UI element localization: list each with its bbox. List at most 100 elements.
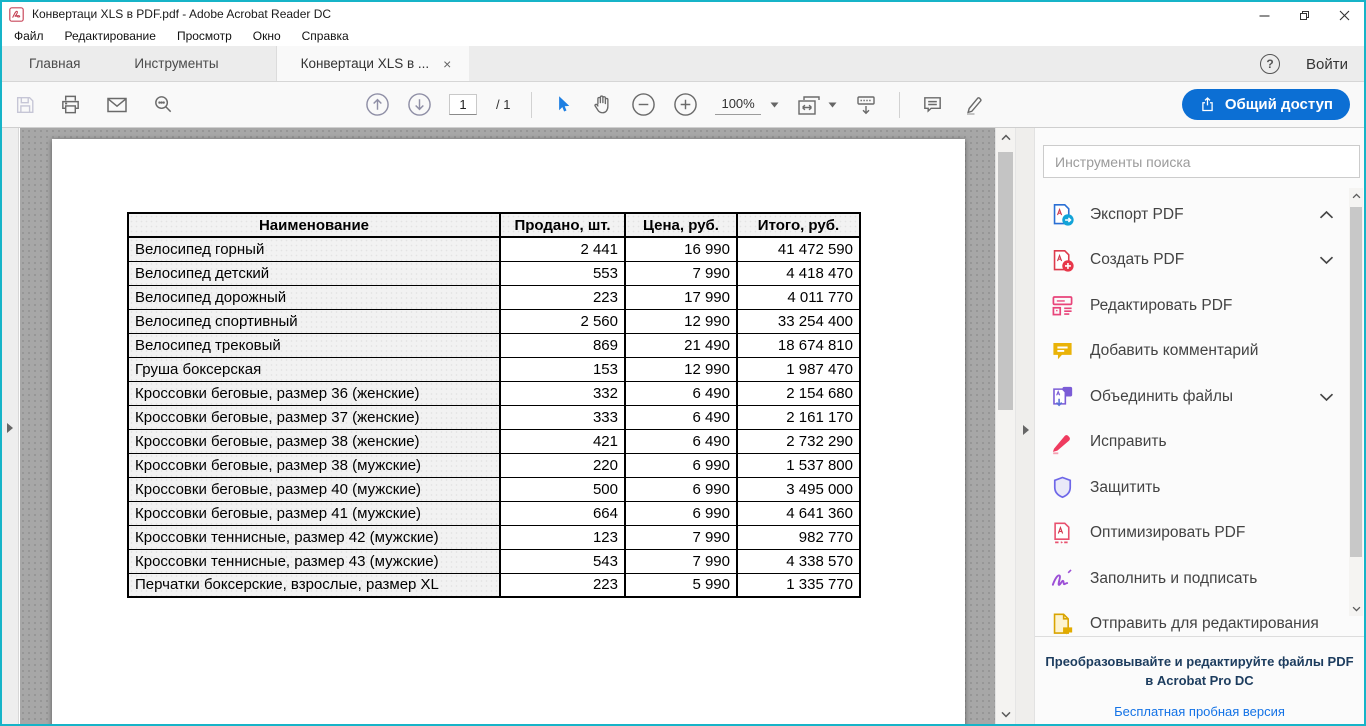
tool-item-combine-files[interactable]: Объединить файлы	[1035, 374, 1348, 420]
tool-item-optimize-pdf[interactable]: Оптимизировать PDF	[1035, 511, 1348, 557]
minimize-button[interactable]	[1244, 2, 1284, 28]
tab-bar-right: ? Войти	[1260, 46, 1348, 82]
tool-item-export-pdf[interactable]: Экспорт PDF	[1035, 192, 1348, 238]
item-name-cell: Кроссовки беговые, размер 36 (женские)	[128, 381, 500, 405]
scroll-up-icon[interactable]	[996, 129, 1015, 146]
fix-icon	[1050, 430, 1075, 455]
value-cell: 12 990	[625, 309, 737, 333]
item-name-cell: Велосипед трековый	[128, 333, 500, 357]
tool-item-add-comment[interactable]: Добавить комментарий	[1035, 329, 1348, 375]
free-trial-link[interactable]: Бесплатная пробная версия	[1114, 704, 1285, 719]
fit-width-icon[interactable]	[796, 93, 837, 117]
scrollbar-thumb[interactable]	[998, 152, 1013, 410]
page-number-input[interactable]	[449, 94, 477, 115]
chevron-down-icon[interactable]	[1319, 256, 1334, 265]
scrollbar-thumb[interactable]	[1350, 207, 1362, 557]
tool-label: Защитить	[1090, 479, 1160, 497]
window-title: Конвертаци XLS в PDF.pdf - Adobe Acrobat…	[32, 7, 331, 21]
tools-pane-toggle-icon[interactable]	[1023, 425, 1029, 435]
chevron-down-icon[interactable]	[770, 102, 779, 108]
fill-sign-icon	[1050, 566, 1075, 591]
item-name-cell: Кроссовки беговые, размер 37 (женские)	[128, 405, 500, 429]
highlighter-icon[interactable]	[961, 93, 985, 117]
sign-in-button[interactable]: Войти	[1306, 56, 1348, 73]
document-area[interactable]: Наименование Продано, шт. Цена, руб. Ито…	[20, 128, 995, 724]
export-pdf-icon	[1050, 202, 1075, 227]
reading-mode-icon[interactable]	[854, 93, 878, 117]
page-up-icon[interactable]	[365, 92, 390, 117]
chevron-down-icon[interactable]	[828, 102, 837, 108]
restore-button[interactable]	[1284, 2, 1324, 28]
value-cell: 223	[500, 285, 625, 309]
acrobat-window: Конвертаци XLS в PDF.pdf - Adobe Acrobat…	[0, 0, 1366, 726]
table-row: Кроссовки беговые, размер 37 (женские)33…	[128, 405, 860, 429]
value-cell: 664	[500, 501, 625, 525]
value-cell: 6 990	[625, 501, 737, 525]
sales-table-body: Велосипед горный2 44116 99041 472 590Вел…	[128, 237, 860, 597]
zoom-out-icon[interactable]	[631, 92, 656, 117]
email-icon[interactable]	[105, 93, 129, 117]
table-row: Груша боксерская15312 9901 987 470	[128, 357, 860, 381]
item-name-cell: Велосипед детский	[128, 261, 500, 285]
col-header-name: Наименование	[128, 213, 500, 237]
table-row: Кроссовки беговые, размер 38 (мужские)22…	[128, 453, 860, 477]
search-input[interactable]	[1043, 145, 1360, 178]
menu-help[interactable]: Справка	[302, 29, 349, 43]
nav-pane-strip	[2, 128, 19, 724]
tool-label: Оптимизировать PDF	[1090, 524, 1245, 542]
pdf-page[interactable]: Наименование Продано, шт. Цена, руб. Ито…	[52, 139, 965, 724]
scroll-up-icon[interactable]	[1349, 188, 1363, 203]
page-down-icon[interactable]	[407, 92, 432, 117]
close-button[interactable]	[1324, 2, 1364, 28]
save-icon[interactable]	[14, 94, 36, 116]
scroll-down-icon[interactable]	[996, 706, 1015, 723]
promo-title: Преобразовывайте и редактируйте файлы PD…	[1035, 653, 1364, 691]
share-button[interactable]: Общий доступ	[1182, 89, 1350, 120]
value-cell: 2 161 170	[737, 405, 860, 429]
menu-edit[interactable]: Редактирование	[65, 29, 156, 43]
value-cell: 982 770	[737, 525, 860, 549]
zoom-in-icon[interactable]	[673, 92, 698, 117]
menu-file[interactable]: Файл	[14, 29, 44, 43]
main-area: Наименование Продано, шт. Цена, руб. Ито…	[2, 128, 1364, 724]
zoom-level-value[interactable]: 100%	[715, 94, 760, 115]
menu-view[interactable]: Просмотр	[177, 29, 232, 43]
value-cell: 17 990	[625, 285, 737, 309]
tab-document[interactable]: Конвертаци XLS в ... ×	[276, 46, 470, 81]
hand-tool-icon[interactable]	[591, 93, 614, 116]
tab-close-icon[interactable]: ×	[443, 57, 451, 71]
search-icon[interactable]	[152, 93, 175, 116]
tool-label: Исправить	[1090, 433, 1167, 451]
value-cell: 869	[500, 333, 625, 357]
help-icon[interactable]: ?	[1260, 54, 1280, 74]
print-icon[interactable]	[59, 93, 82, 116]
chevron-up-icon[interactable]	[1319, 210, 1334, 219]
tool-label: Добавить комментарий	[1090, 342, 1258, 360]
chevron-down-icon[interactable]	[1319, 392, 1334, 401]
item-name-cell: Кроссовки беговые, размер 41 (мужские)	[128, 501, 500, 525]
nav-pane-toggle-icon[interactable]	[7, 423, 13, 433]
comment-icon[interactable]	[921, 93, 944, 116]
value-cell: 12 990	[625, 357, 737, 381]
share-button-label: Общий доступ	[1225, 96, 1333, 113]
document-scrollbar[interactable]	[995, 128, 1015, 724]
tool-item-fix[interactable]: Исправить	[1035, 420, 1348, 466]
value-cell: 33 254 400	[737, 309, 860, 333]
tab-home[interactable]: Главная	[2, 46, 107, 81]
select-tool-icon[interactable]	[553, 94, 574, 115]
tool-item-protect[interactable]: Защитить	[1035, 465, 1348, 511]
tab-home-label: Главная	[29, 56, 80, 71]
table-row: Кроссовки теннисные, размер 42 (мужские)…	[128, 525, 860, 549]
menu-window[interactable]: Окно	[253, 29, 281, 43]
sidebar-scrollbar[interactable]	[1349, 188, 1363, 616]
item-name-cell: Перчатки боксерские, взрослые, размер XL	[128, 573, 500, 597]
value-cell: 553	[500, 261, 625, 285]
toolbar-separator	[531, 92, 532, 118]
value-cell: 3 495 000	[737, 477, 860, 501]
zoom-level-control[interactable]: 100%	[715, 94, 778, 115]
tool-item-fill-sign[interactable]: Заполнить и подписать	[1035, 556, 1348, 602]
tool-item-edit-pdf[interactable]: Редактировать PDF	[1035, 283, 1348, 329]
scroll-down-icon[interactable]	[1349, 601, 1363, 616]
tool-item-create-pdf[interactable]: Создать PDF	[1035, 238, 1348, 284]
tab-tools[interactable]: Инструменты	[107, 46, 245, 81]
